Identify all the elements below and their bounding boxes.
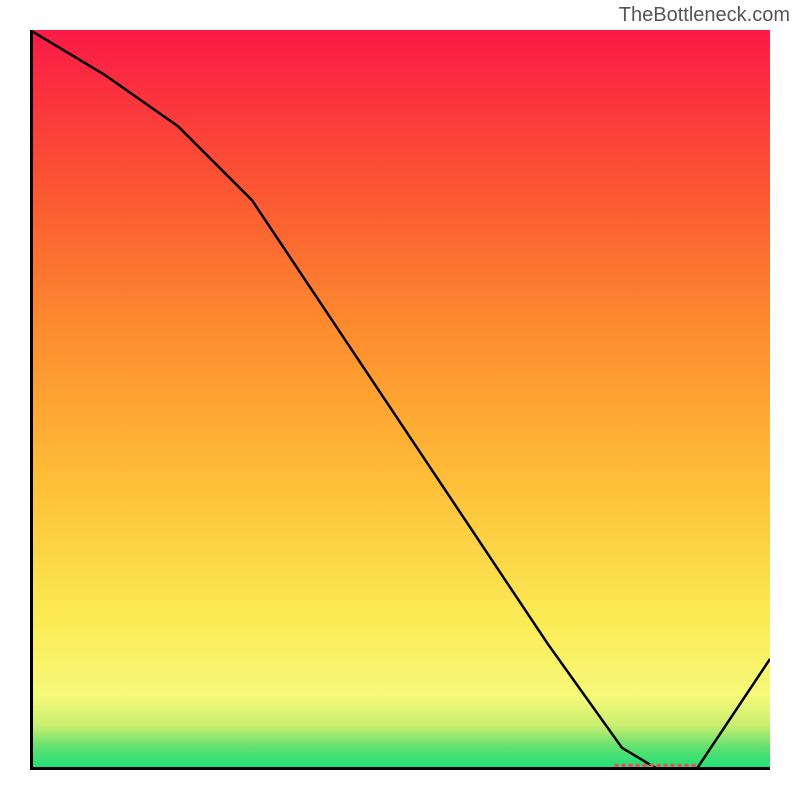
chart-background bbox=[30, 30, 770, 770]
chart-container bbox=[30, 30, 770, 770]
watermark-text: TheBottleneck.com bbox=[619, 4, 790, 27]
chart-svg bbox=[30, 30, 770, 770]
